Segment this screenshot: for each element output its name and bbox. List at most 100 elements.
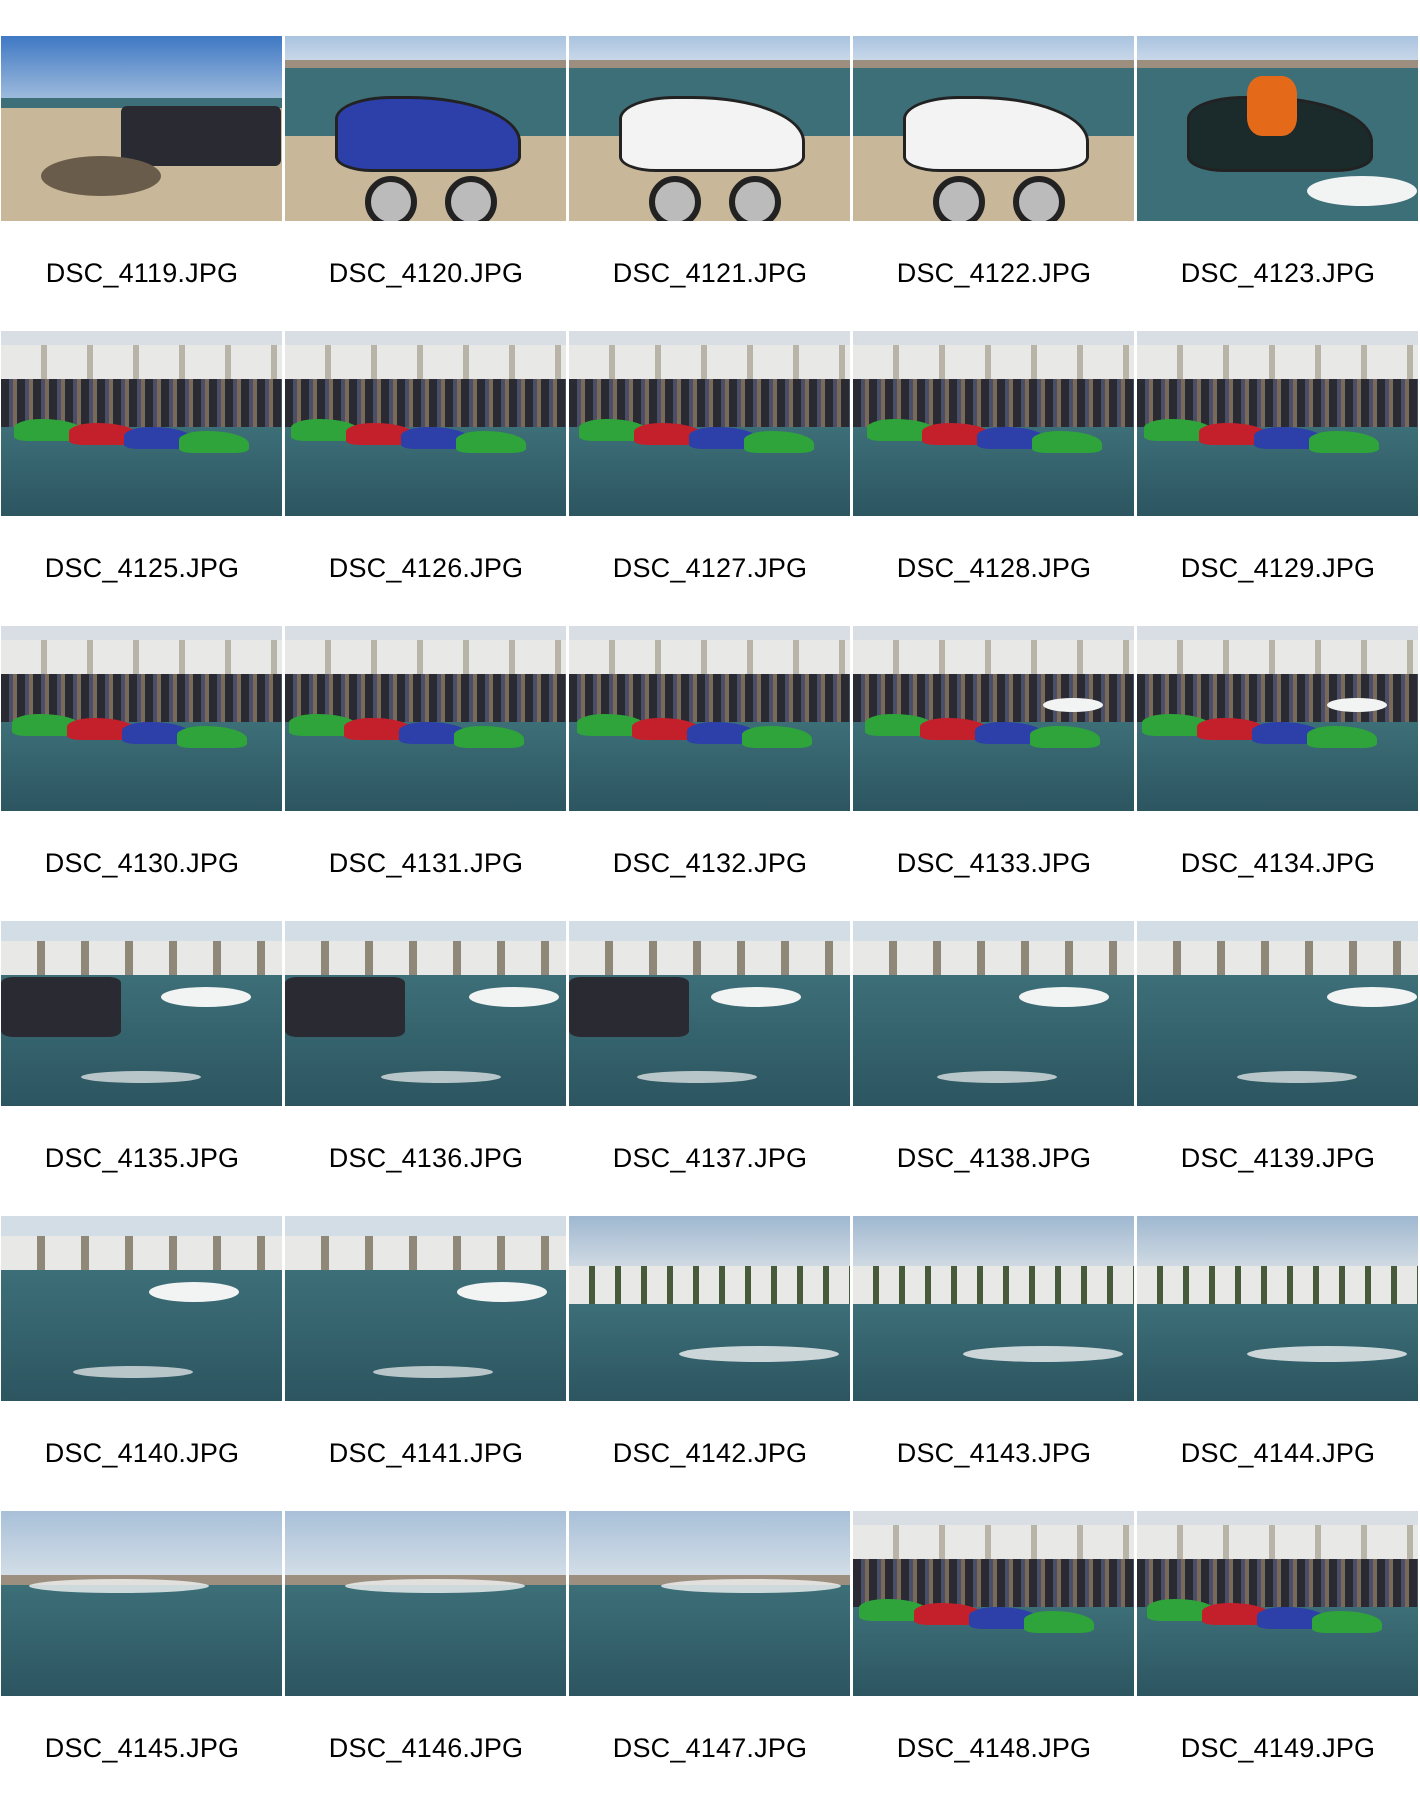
photo-wave [373, 1366, 493, 1378]
photo-tile[interactable]: DSC_4145.JPG [0, 1511, 284, 1806]
contact-sheet-row: DSC_4145.JPG DSC_4146.JPG DSC_4147.JPG DSC_… [0, 1511, 1420, 1806]
photo-lake [285, 1585, 566, 1696]
photo-thumbnail[interactable] [285, 331, 566, 516]
photo-tile[interactable]: DSC_4126.JPG [284, 331, 568, 626]
photo-thumbnail[interactable] [1, 1511, 282, 1696]
photo-rvs [569, 345, 850, 381]
photo-thumbnail[interactable] [569, 1511, 850, 1696]
photo-rvs [853, 640, 1134, 676]
photo-tile[interactable]: DSC_4144.JPG [1136, 1216, 1420, 1511]
photo-spray [1327, 987, 1417, 1007]
photo-thumbnail[interactable] [1, 626, 282, 811]
photo-tile[interactable]: DSC_4146.JPG [284, 1511, 568, 1806]
photo-thumbnail[interactable] [569, 626, 850, 811]
photo-wave [1237, 1071, 1357, 1083]
photo-thumbnail[interactable] [1137, 331, 1418, 516]
photo-thumbnail[interactable] [853, 1216, 1134, 1401]
photo-trailer-wheel [1013, 176, 1065, 221]
photo-filename: DSC_4139.JPG [1180, 1143, 1376, 1173]
photo-filename: DSC_4123.JPG [1180, 258, 1376, 288]
photo-lake [1, 1270, 282, 1401]
photo-tile[interactable]: DSC_4125.JPG [0, 331, 284, 626]
photo-tile[interactable]: DSC_4134.JPG [1136, 626, 1420, 921]
photo-thumbnail[interactable] [853, 626, 1134, 811]
photo-rvs [1, 941, 282, 975]
photo-filename: DSC_4122.JPG [896, 258, 1092, 288]
photo-thumbnail[interactable] [853, 1511, 1134, 1696]
photo-wave [381, 1071, 501, 1083]
photo-filename: DSC_4145.JPG [44, 1733, 240, 1763]
photo-thumbnail[interactable] [569, 921, 850, 1106]
photo-thumbnail[interactable] [1, 1216, 282, 1401]
photo-tile[interactable]: DSC_4148.JPG [852, 1511, 1136, 1806]
photo-rvs [1137, 640, 1418, 676]
photo-tile[interactable]: DSC_4127.JPG [568, 331, 852, 626]
photo-tile[interactable]: DSC_4141.JPG [284, 1216, 568, 1511]
photo-tile[interactable]: DSC_4119.JPG [0, 36, 284, 331]
contact-sheet-row: DSC_4135.JPG DSC_4136.JPG DSC_4137.JPG DSC_… [0, 921, 1420, 1216]
photo-thumbnail[interactable] [1137, 626, 1418, 811]
photo-thumbnail[interactable] [569, 1216, 850, 1401]
photo-lake [569, 1585, 850, 1696]
contact-sheet-row: DSC_4125.JPG DSC_4126.JPG DSC_4127.JPG DSC_… [0, 331, 1420, 626]
photo-thumbnail[interactable] [1137, 921, 1418, 1106]
photo-tile[interactable]: DSC_4132.JPG [568, 626, 852, 921]
photo-tile[interactable]: DSC_4147.JPG [568, 1511, 852, 1806]
photo-tile[interactable]: DSC_4129.JPG [1136, 331, 1420, 626]
photo-thumbnail[interactable] [853, 331, 1134, 516]
contact-sheet: DSC_4119.JPG DSC_4120.JPG DSC_4121.JPG DSC_… [0, 36, 1420, 1806]
photo-wave [1247, 1346, 1407, 1362]
photo-thumbnail[interactable] [1137, 1511, 1418, 1696]
photo-hills [1137, 60, 1418, 68]
photo-tile[interactable]: DSC_4123.JPG [1136, 36, 1420, 331]
photo-rvs [853, 345, 1134, 381]
photo-tile[interactable]: DSC_4143.JPG [852, 1216, 1136, 1511]
photo-tile[interactable]: DSC_4122.JPG [852, 36, 1136, 331]
photo-filename: DSC_4148.JPG [896, 1733, 1092, 1763]
photo-tile[interactable]: DSC_4133.JPG [852, 626, 1136, 921]
photo-filename: DSC_4129.JPG [1180, 553, 1376, 583]
photo-tile[interactable]: DSC_4131.JPG [284, 626, 568, 921]
photo-tile[interactable]: DSC_4149.JPG [1136, 1511, 1420, 1806]
photo-tile[interactable]: DSC_4120.JPG [284, 36, 568, 331]
photo-thumbnail[interactable] [1137, 1216, 1418, 1401]
photo-thumbnail[interactable] [285, 921, 566, 1106]
photo-thumbnail[interactable] [1, 921, 282, 1106]
photo-filename: DSC_4133.JPG [896, 848, 1092, 878]
photo-tile[interactable]: DSC_4121.JPG [568, 36, 852, 331]
photo-tile[interactable]: DSC_4139.JPG [1136, 921, 1420, 1216]
photo-tile[interactable]: DSC_4142.JPG [568, 1216, 852, 1511]
photo-rvs [569, 941, 850, 975]
photo-tile[interactable]: DSC_4130.JPG [0, 626, 284, 921]
photo-spray [345, 1579, 525, 1593]
photo-thumbnail[interactable] [285, 626, 566, 811]
photo-tile[interactable]: DSC_4128.JPG [852, 331, 1136, 626]
photo-thumbnail[interactable] [285, 1216, 566, 1401]
photo-thumbnail[interactable] [285, 36, 566, 221]
photo-tile[interactable]: DSC_4140.JPG [0, 1216, 284, 1511]
photo-sky [285, 1511, 566, 1581]
photo-filename: DSC_4131.JPG [328, 848, 524, 878]
photo-tile[interactable]: DSC_4137.JPG [568, 921, 852, 1216]
photo-spray [29, 1579, 209, 1593]
photo-thumbnail[interactable] [853, 921, 1134, 1106]
photo-thumbnail[interactable] [1, 36, 282, 221]
photo-filename: DSC_4120.JPG [328, 258, 524, 288]
photo-tile[interactable]: DSC_4135.JPG [0, 921, 284, 1216]
photo-thumbnail[interactable] [1, 331, 282, 516]
photo-thumbnail[interactable] [1137, 36, 1418, 221]
photo-thumbnail[interactable] [285, 1511, 566, 1696]
photo-wave [73, 1366, 193, 1378]
photo-rvs [1, 1236, 282, 1270]
photo-tile[interactable]: DSC_4136.JPG [284, 921, 568, 1216]
photo-sky [569, 1511, 850, 1581]
photo-crowd [569, 977, 689, 1037]
photo-filename: DSC_4149.JPG [1180, 1733, 1376, 1763]
photo-thumbnail[interactable] [853, 36, 1134, 221]
photo-filename: DSC_4144.JPG [1180, 1438, 1376, 1468]
photo-thumbnail[interactable] [569, 331, 850, 516]
contact-sheet-row: DSC_4140.JPG DSC_4141.JPG DSC_4142.JPG DSC_… [0, 1216, 1420, 1511]
photo-thumbnail[interactable] [569, 36, 850, 221]
photo-filename: DSC_4142.JPG [612, 1438, 808, 1468]
photo-tile[interactable]: DSC_4138.JPG [852, 921, 1136, 1216]
